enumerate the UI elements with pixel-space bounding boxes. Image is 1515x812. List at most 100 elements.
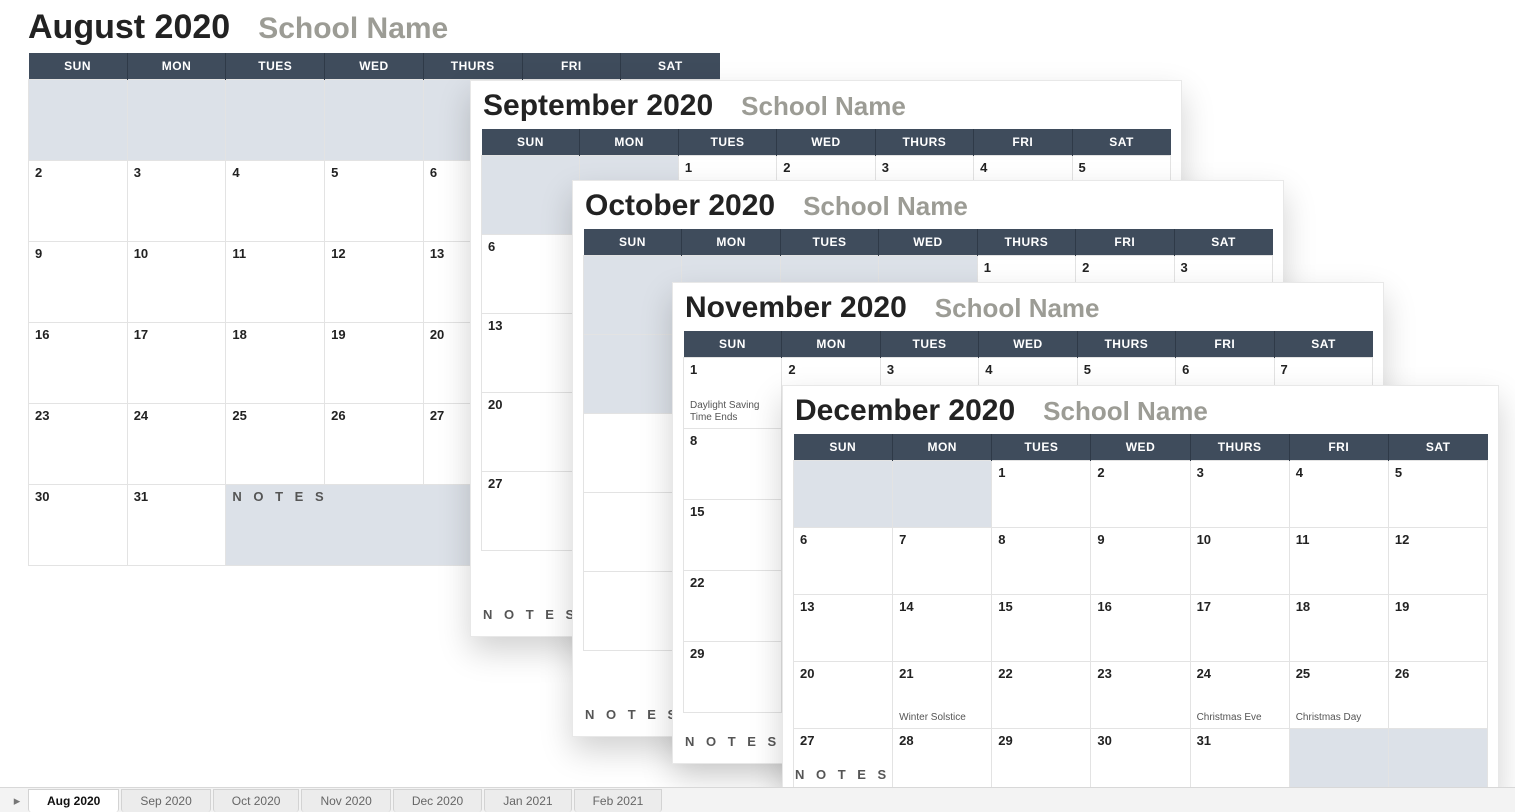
dow-header: THURS (977, 229, 1075, 256)
day-cell[interactable]: 8 (992, 528, 1091, 595)
day-cell[interactable] (584, 335, 682, 414)
day-cell[interactable]: 17 (127, 323, 226, 404)
day-cell[interactable]: 18 (1289, 595, 1388, 662)
sheet-tab[interactable]: Nov 2020 (301, 789, 390, 812)
day-cell[interactable] (127, 80, 226, 161)
day-cell[interactable] (482, 156, 580, 235)
dow-header: WED (777, 129, 875, 156)
dow-header: FRI (1176, 331, 1274, 358)
day-cell[interactable]: 9 (29, 242, 128, 323)
day-cell[interactable]: 22 (992, 662, 1091, 729)
day-cell[interactable]: 30 (29, 485, 128, 566)
day-cell[interactable]: 27 (482, 472, 580, 551)
day-cell[interactable]: 15 (684, 500, 782, 571)
day-cell[interactable] (584, 493, 682, 572)
dow-header: MON (682, 229, 780, 256)
day-cell[interactable]: 1Daylight Saving Time Ends (684, 358, 782, 429)
day-cell[interactable]: 19 (1388, 595, 1487, 662)
day-cell[interactable]: 24 (127, 404, 226, 485)
sheet-tab[interactable]: Feb 2021 (574, 789, 663, 812)
sheet-tab[interactable]: Sep 2020 (121, 789, 210, 812)
day-cell[interactable] (584, 256, 682, 335)
day-cell[interactable] (584, 572, 682, 651)
day-cell[interactable]: 27 (794, 729, 893, 796)
day-cell[interactable] (325, 80, 424, 161)
day-cell[interactable]: 16 (29, 323, 128, 404)
tab-nav-prev-icon[interactable]: ▸ (6, 790, 28, 812)
day-cell[interactable] (1388, 729, 1487, 796)
day-cell[interactable]: 25Christmas Day (1289, 662, 1388, 729)
sheet-tab[interactable]: Dec 2020 (393, 789, 482, 812)
sheet-tab[interactable]: Oct 2020 (213, 789, 300, 812)
day-cell[interactable]: 16 (1091, 595, 1190, 662)
notes-label: N O T E S (795, 767, 890, 782)
school-name: School Name (935, 293, 1100, 324)
month-title: September 2020 (483, 89, 713, 123)
day-cell[interactable]: 5 (325, 161, 424, 242)
day-cell[interactable] (893, 461, 992, 528)
dow-header: SUN (794, 434, 893, 461)
day-cell[interactable]: 26 (1388, 662, 1487, 729)
day-cell[interactable]: 20 (482, 393, 580, 472)
sheet-tab[interactable]: Jan 2021 (484, 789, 571, 812)
dow-header: TUES (880, 331, 978, 358)
day-cell[interactable]: 3 (127, 161, 226, 242)
school-name: School Name (258, 12, 448, 46)
notes-label: N O T E S (585, 707, 680, 722)
dow-header: SUN (482, 129, 580, 156)
day-cell[interactable]: 15 (992, 595, 1091, 662)
day-cell[interactable]: 1 (992, 461, 1091, 528)
day-cell[interactable]: 29 (992, 729, 1091, 796)
day-cell[interactable]: 31 (1190, 729, 1289, 796)
day-cell[interactable]: 5 (1388, 461, 1487, 528)
dow-header: SAT (1388, 434, 1487, 461)
day-cell[interactable]: 8 (684, 429, 782, 500)
day-cell[interactable]: 25 (226, 404, 325, 485)
day-cell[interactable]: 9 (1091, 528, 1190, 595)
day-cell[interactable]: 19 (325, 323, 424, 404)
notes-label: N O T E S (483, 607, 578, 622)
day-cell[interactable]: 11 (1289, 528, 1388, 595)
dow-header: SUN (684, 331, 782, 358)
day-cell[interactable]: 18 (226, 323, 325, 404)
day-cell[interactable]: 11 (226, 242, 325, 323)
day-cell[interactable]: 7 (893, 528, 992, 595)
day-cell[interactable]: 31 (127, 485, 226, 566)
day-cell[interactable]: 22 (684, 571, 782, 642)
day-cell[interactable]: 13 (794, 595, 893, 662)
day-cell[interactable]: 29 (684, 642, 782, 713)
day-cell[interactable] (1289, 729, 1388, 796)
day-cell[interactable]: 4 (226, 161, 325, 242)
day-cell[interactable]: 20 (794, 662, 893, 729)
day-cell[interactable] (794, 461, 893, 528)
day-cell[interactable]: 10 (1190, 528, 1289, 595)
day-cell[interactable]: 4 (1289, 461, 1388, 528)
day-cell[interactable]: 28 (893, 729, 992, 796)
day-cell[interactable] (226, 80, 325, 161)
day-cell[interactable]: 14 (893, 595, 992, 662)
dow-header: WED (879, 229, 977, 256)
school-name: School Name (1043, 396, 1208, 427)
day-cell[interactable]: 2 (1091, 461, 1190, 528)
day-cell[interactable] (29, 80, 128, 161)
day-cell[interactable]: 21Winter Solstice (893, 662, 992, 729)
sheet-tab[interactable]: Aug 2020 (28, 789, 119, 812)
day-cell[interactable]: 12 (1388, 528, 1487, 595)
day-cell[interactable]: 26 (325, 404, 424, 485)
day-cell[interactable] (584, 414, 682, 493)
dow-header: MON (580, 129, 678, 156)
dow-header: THURS (423, 53, 522, 80)
day-cell[interactable]: 6 (794, 528, 893, 595)
day-cell[interactable]: 12 (325, 242, 424, 323)
day-cell[interactable]: 30 (1091, 729, 1190, 796)
day-cell[interactable]: 23 (29, 404, 128, 485)
day-cell[interactable]: 23 (1091, 662, 1190, 729)
day-cell[interactable]: 13 (482, 314, 580, 393)
day-cell[interactable]: 10 (127, 242, 226, 323)
day-cell[interactable]: 24Christmas Eve (1190, 662, 1289, 729)
dow-header: SUN (584, 229, 682, 256)
day-cell[interactable]: 2 (29, 161, 128, 242)
day-cell[interactable]: 17 (1190, 595, 1289, 662)
day-cell[interactable]: 6 (482, 235, 580, 314)
day-cell[interactable]: 3 (1190, 461, 1289, 528)
